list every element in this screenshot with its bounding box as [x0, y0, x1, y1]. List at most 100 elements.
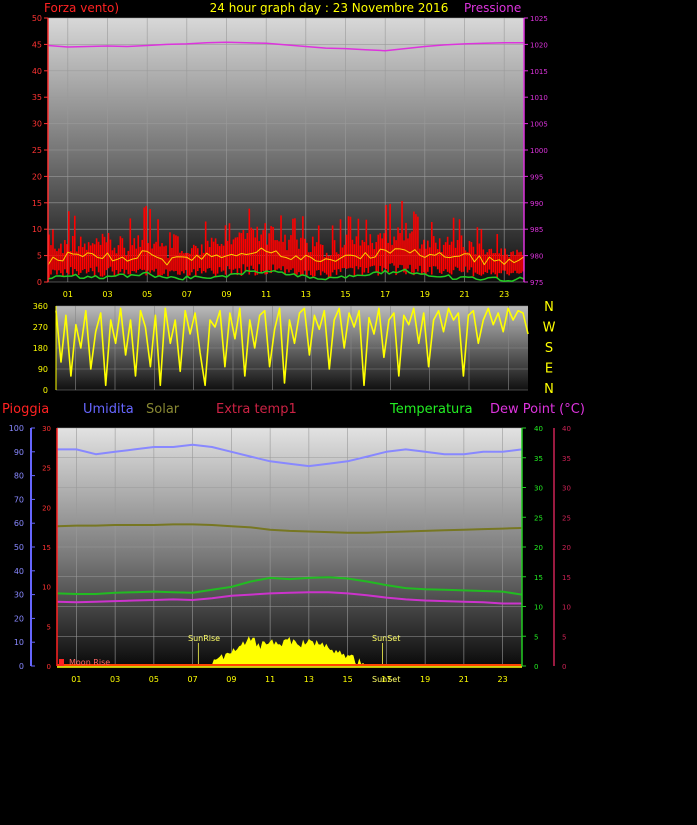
moon-marker — [59, 659, 64, 666]
direction-y-tick-label: 0 — [43, 386, 48, 395]
dew-point-y-tick-label: 5 — [562, 633, 566, 641]
dew-point-y-tick-label: 0 — [562, 663, 566, 671]
wind-y-tick-label: 15 — [32, 199, 42, 208]
pressure-y-tick-label: 985 — [530, 226, 543, 234]
temperature-y-tick-label: 10 — [534, 604, 543, 612]
rain-legend: Pioggia — [2, 402, 49, 417]
dew-point-y-tick-label: 20 — [562, 544, 571, 552]
humidity-y-tick-label: 40 — [14, 567, 24, 576]
rain-y-tick-label: 15 — [42, 544, 51, 552]
temp-x-tick-label: 23 — [498, 675, 508, 684]
temp-x-tick-label: 03 — [110, 675, 120, 684]
humidity-y-tick-label: 50 — [14, 543, 24, 552]
temperature-y-tick-label: 30 — [534, 485, 543, 493]
dew-point-legend: Dew Point (°C) — [490, 402, 585, 417]
wind-x-tick-label: 11 — [261, 290, 271, 299]
direction-y-tick-label: 360 — [33, 302, 48, 311]
humidity-y-tick-label: 100 — [9, 424, 24, 433]
wind-x-tick-label: 01 — [63, 290, 73, 299]
pressure-y-tick-label: 995 — [530, 173, 543, 181]
dew-point-y-tick-label: 30 — [562, 485, 571, 493]
compass-label: N — [544, 300, 554, 315]
weather-chart: Forza vento) 24 hour graph day : 23 Nove… — [2, 1, 585, 684]
wind-x-tick-label: 09 — [221, 290, 231, 299]
temperature-y-tick-label: 20 — [534, 544, 543, 552]
sunset-bottom-label: SunSet — [372, 675, 400, 684]
temp-x-tick-label: 01 — [71, 675, 81, 684]
wind-x-tick-label: 15 — [340, 290, 350, 299]
rain-y-tick-label: 10 — [42, 584, 51, 592]
wind-y-tick-label: 45 — [32, 40, 42, 49]
temp-x-tick-label: 07 — [188, 675, 198, 684]
wind-y-tick-label: 35 — [32, 93, 42, 102]
pressure-y-tick-label: 990 — [530, 200, 543, 208]
compass-label: N — [544, 382, 554, 397]
humidity-y-tick-label: 0 — [19, 662, 24, 671]
chart-title: 24 hour graph day : 23 Novembre 2016 — [210, 1, 449, 15]
compass-label: E — [545, 362, 553, 377]
rain-y-tick-label: 25 — [42, 465, 51, 473]
sunrise-label: SunRise — [188, 634, 220, 643]
wind-x-tick-label: 17 — [380, 290, 390, 299]
temperature-y-tick-label: 25 — [534, 514, 543, 522]
rain-y-tick-label: 5 — [47, 623, 51, 631]
moonrise-label: Moon Rise — [69, 658, 110, 667]
dew-point-y-tick-label: 35 — [562, 455, 571, 463]
temperature-y-tick-label: 0 — [534, 663, 538, 671]
compass-label: S — [545, 341, 553, 356]
humidity-y-tick-label: 10 — [14, 638, 24, 647]
compass-label: W — [543, 321, 556, 336]
wind-x-tick-label: 23 — [499, 290, 509, 299]
pressure-title: Pressione — [464, 1, 521, 15]
wind-title: Forza vento) — [44, 1, 119, 15]
pressure-y-tick-label: 1020 — [530, 41, 548, 49]
temp-x-tick-label: 09 — [226, 675, 236, 684]
sunset-label: SunSet — [372, 634, 400, 643]
pressure-y-tick-label: 1000 — [530, 147, 548, 155]
pressure-y-tick-label: 1005 — [530, 121, 548, 129]
wind-y-tick-label: 30 — [32, 120, 42, 129]
humidity-y-tick-label: 70 — [14, 495, 24, 504]
pressure-y-tick-label: 1015 — [530, 68, 548, 76]
pressure-y-tick-label: 1025 — [530, 15, 548, 23]
humidity-y-tick-label: 30 — [14, 591, 24, 600]
pressure-y-tick-label: 1010 — [530, 94, 548, 102]
wind-y-tick-label: 5 — [37, 252, 42, 261]
rain-y-tick-label: 20 — [42, 504, 51, 512]
direction-y-tick-label: 90 — [38, 365, 48, 374]
wind-x-tick-label: 19 — [420, 290, 430, 299]
wind-y-tick-label: 50 — [32, 14, 42, 23]
wind-x-tick-label: 13 — [301, 290, 311, 299]
pressure-y-tick-label: 975 — [530, 279, 543, 287]
temp-x-tick-label: 05 — [149, 675, 159, 684]
wind-y-tick-label: 25 — [32, 146, 42, 155]
direction-y-tick-label: 180 — [33, 344, 48, 353]
wind-y-tick-label: 10 — [32, 225, 42, 234]
temp-x-tick-label: 13 — [304, 675, 314, 684]
pressure-y-tick-label: 980 — [530, 253, 543, 261]
humidity-y-tick-label: 20 — [14, 614, 24, 623]
humidity-y-tick-label: 80 — [14, 472, 24, 481]
rain-y-tick-label: 0 — [47, 663, 51, 671]
wind-x-tick-label: 03 — [102, 290, 112, 299]
wind-y-tick-label: 40 — [32, 67, 42, 76]
humidity-y-tick-label: 90 — [14, 448, 24, 457]
temp-x-tick-label: 11 — [265, 675, 275, 684]
wind-x-tick-label: 21 — [459, 290, 469, 299]
rain-y-tick-label: 30 — [42, 425, 51, 433]
dew-point-y-tick-label: 15 — [562, 574, 571, 582]
temperature-legend: Temperatura — [389, 402, 473, 417]
direction-y-tick-label: 270 — [33, 323, 48, 332]
humidity-legend: Umidita — [83, 402, 134, 417]
dew-point-y-tick-label: 40 — [562, 425, 571, 433]
temp-x-tick-label: 21 — [459, 675, 469, 684]
wind-y-tick-label: 20 — [32, 172, 42, 181]
extra-temp-legend: Extra temp1 — [216, 402, 297, 417]
dew-point-y-tick-label: 10 — [562, 604, 571, 612]
temperature-y-tick-label: 40 — [534, 425, 543, 433]
humidity-y-tick-label: 60 — [14, 519, 24, 528]
dew-point-y-tick-label: 25 — [562, 514, 571, 522]
temperature-y-tick-label: 15 — [534, 574, 543, 582]
temp-x-tick-label: 19 — [420, 675, 430, 684]
temp-x-tick-label: 15 — [343, 675, 353, 684]
